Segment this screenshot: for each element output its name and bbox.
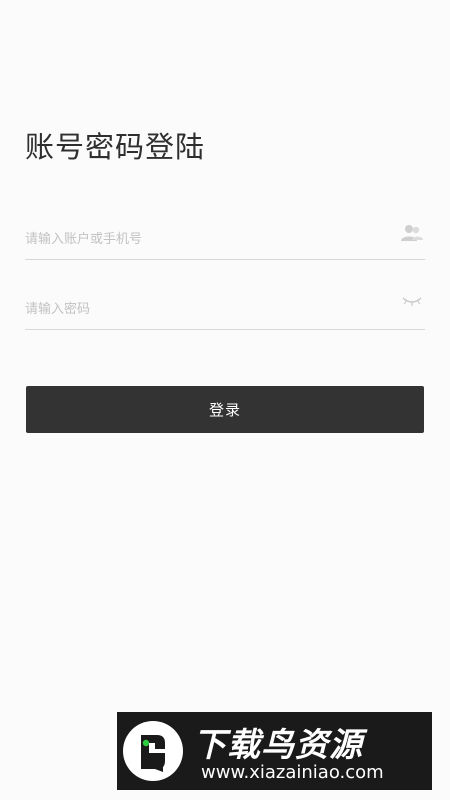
login-button[interactable]: 登录 — [26, 386, 424, 433]
password-field — [25, 290, 425, 330]
watermark-banner: 下载鸟资源 www.xiazainiao.com — [117, 712, 432, 790]
account-input[interactable] — [25, 227, 385, 251]
login-page: 账号密码登陆 登录 下载鸟资源 www.xiazainiao.com — [0, 0, 450, 800]
account-field — [25, 220, 425, 260]
eye-closed-icon[interactable] — [401, 294, 423, 308]
page-title: 账号密码登陆 — [25, 130, 206, 164]
bird-logo-icon — [123, 721, 183, 781]
watermark-brand: 下载鸟资源 — [193, 725, 363, 764]
password-input[interactable] — [25, 297, 385, 321]
user-icon — [401, 225, 423, 241]
watermark-url: www.xiazainiao.com — [201, 762, 384, 783]
